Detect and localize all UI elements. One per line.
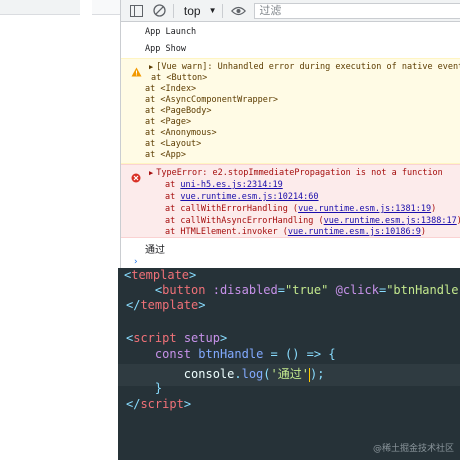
warning-stack-line: at <Button> (151, 73, 208, 83)
warning-stack-line: at <Anonymous> (145, 128, 217, 138)
warning-text[interactable]: ▶ [Vue warn]: Unhandled error during exec… (149, 62, 460, 72)
console-toolbar: top ▼ 过滤 (121, 0, 460, 22)
log-message: App Show (145, 44, 186, 54)
source-link[interactable]: vue.runtime.esm.js:10214:60 (180, 192, 318, 202)
left-panel (0, 0, 120, 270)
warning-stack-line: at <Page> (145, 117, 192, 127)
console-prompt[interactable]: › (133, 257, 138, 267)
eye-icon[interactable] (231, 3, 247, 19)
console-output: 通过 (145, 245, 165, 256)
warning-stack-line: at <Index> (145, 84, 197, 94)
error-stack-line: at callWithErrorHandling (vue.runtime.es… (165, 204, 437, 214)
left-tab-secondary[interactable] (92, 0, 120, 15)
left-tab[interactable] (0, 0, 80, 15)
warning-stack-line: at <PageBody> (145, 106, 212, 116)
warning-stack-line: at <App> (145, 150, 186, 160)
code-editor[interactable]: <template> <button :disabled="true" @cli… (118, 268, 460, 460)
clear-console-icon[interactable] (152, 3, 167, 19)
code-line: const btnHandle = () => { (154, 347, 336, 361)
code-line: <button :disabled="true" @click="btnHand… (154, 283, 460, 297)
dropdown-caret-icon: ▼ (208, 6, 217, 15)
error-icon (131, 168, 141, 187)
log-message: App Launch (145, 27, 197, 37)
toolbar-divider (222, 3, 224, 18)
error-stack-line: at HTMLElement.invoker (vue.runtime.esm.… (165, 227, 427, 237)
sidebar-toggle-icon[interactable] (129, 3, 144, 19)
expand-triangle-icon: ▶ (149, 169, 154, 177)
source-link[interactable]: vue.runtime.esm.js:10186:9 (288, 227, 421, 237)
code-line: <script setup> (126, 331, 228, 345)
error-stack-line: at uni-h5.es.js:2314:19 (165, 180, 283, 190)
expand-triangle-icon: ▶ (149, 63, 154, 71)
code-line: console.log('通过'); (183, 367, 325, 382)
source-link[interactable]: vue.runtime.esm.js:1388:17 (324, 216, 457, 226)
warning-stack-line: at <AsyncComponentWrapper> (145, 95, 279, 105)
context-selector[interactable]: top ▼ (184, 4, 217, 18)
devtools-console: top ▼ 过滤 App Launch App Show ▶ [Vue warn]… (120, 0, 460, 268)
watermark: @稀土掘金技术社区 (372, 444, 454, 454)
code-line: } (154, 381, 163, 395)
warning-stack-line: at <Layout> (145, 139, 202, 149)
error-stack-line: at vue.runtime.esm.js:10214:60 (165, 192, 319, 202)
source-link[interactable]: uni-h5.es.js:2314:19 (180, 180, 282, 190)
filter-input[interactable]: 过滤 (254, 2, 460, 19)
error-text[interactable]: ▶ TypeError: e2.stopImmediatePropagation … (149, 168, 443, 178)
code-line: <template> (124, 268, 197, 282)
error-stack-line: at callWithAsyncErrorHandling (vue.runti… (165, 216, 460, 226)
code-line: </template> (126, 298, 206, 312)
warning-message: ▶ [Vue warn]: Unhandled error during exec… (121, 58, 460, 164)
code-line: </script> (126, 397, 192, 411)
source-link[interactable]: vue.runtime.esm.js:1381:19 (298, 204, 431, 214)
error-message: ▶ TypeError: e2.stopImmediatePropagation … (121, 164, 460, 238)
warning-icon (131, 62, 142, 81)
context-label: top (183, 3, 201, 18)
toolbar-divider (172, 3, 174, 18)
